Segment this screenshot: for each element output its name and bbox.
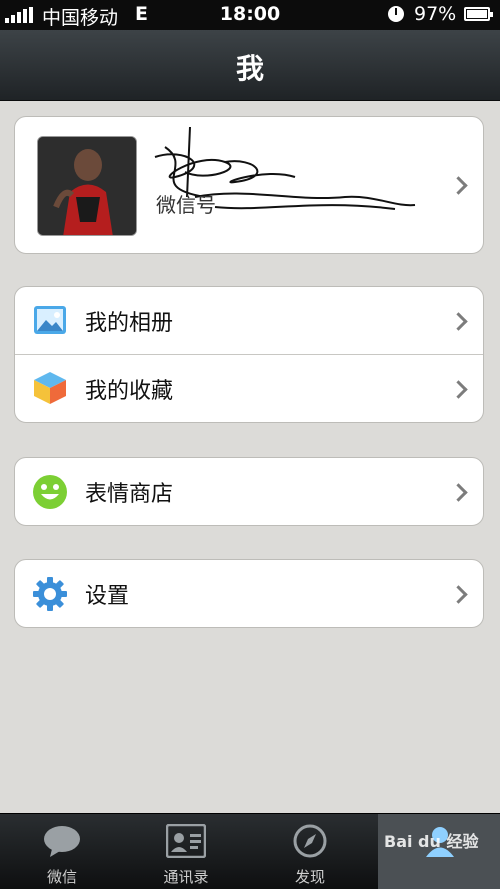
photo-album-icon: [34, 306, 66, 334]
wechat-id-label: 微信号: [156, 193, 216, 217]
favorites-cube-icon: [34, 372, 66, 404]
menu-item-settings-label: 设置: [85, 584, 130, 609]
menu-item-sticker-store-label: 表情商店: [85, 482, 174, 507]
battery-icon: [464, 7, 493, 21]
page-title: 我: [235, 52, 264, 85]
menu-card-media: 我的相册 我的收藏: [14, 286, 484, 423]
smiley-icon: [33, 475, 67, 509]
chevron-right-icon: [449, 379, 468, 399]
menu-card-settings: 设置: [14, 559, 484, 628]
chevron-right-icon: [449, 482, 468, 502]
redaction-scribble: [154, 127, 416, 210]
status-bar: 中国移动 E 18:00 97%: [0, 0, 500, 30]
chat-bubble-icon: [44, 826, 80, 857]
chevron-right-icon: [449, 311, 468, 331]
alarm-icon: [388, 6, 404, 22]
nav-bar: 我: [0, 30, 500, 101]
menu-item-sticker-store[interactable]: 表情商店: [15, 458, 483, 525]
baidu-jingyan-watermark: Bai du 经验: [384, 828, 478, 852]
battery-percent: 97%: [414, 3, 457, 25]
menu-card-stickers: 表情商店: [14, 457, 484, 526]
tab-discover-label: 发现: [294, 868, 325, 886]
chevron-right-icon: [449, 584, 468, 604]
profile-card[interactable]: 微信号: [14, 116, 484, 254]
chevron-right-icon: [449, 176, 468, 195]
tab-chats[interactable]: 微信: [0, 814, 124, 889]
tab-discover[interactable]: 发现: [248, 814, 372, 889]
tab-contacts[interactable]: 通讯录: [124, 814, 248, 889]
gear-icon: [33, 577, 67, 611]
watermark-text: Bai du 经验: [384, 832, 479, 851]
contacts-card-icon: [166, 824, 206, 858]
menu-item-favorites-label: 我的收藏: [85, 379, 174, 404]
menu-item-favorites[interactable]: 我的收藏: [15, 354, 483, 422]
tab-chats-label: 微信: [46, 868, 77, 886]
profile-row[interactable]: 微信号: [15, 117, 483, 253]
menu-item-settings[interactable]: 设置: [15, 560, 483, 627]
compass-icon: [293, 824, 327, 858]
tab-contacts-label: 通讯录: [163, 868, 209, 886]
menu-item-album[interactable]: 我的相册: [15, 287, 483, 354]
menu-item-album-label: 我的相册: [85, 311, 174, 336]
